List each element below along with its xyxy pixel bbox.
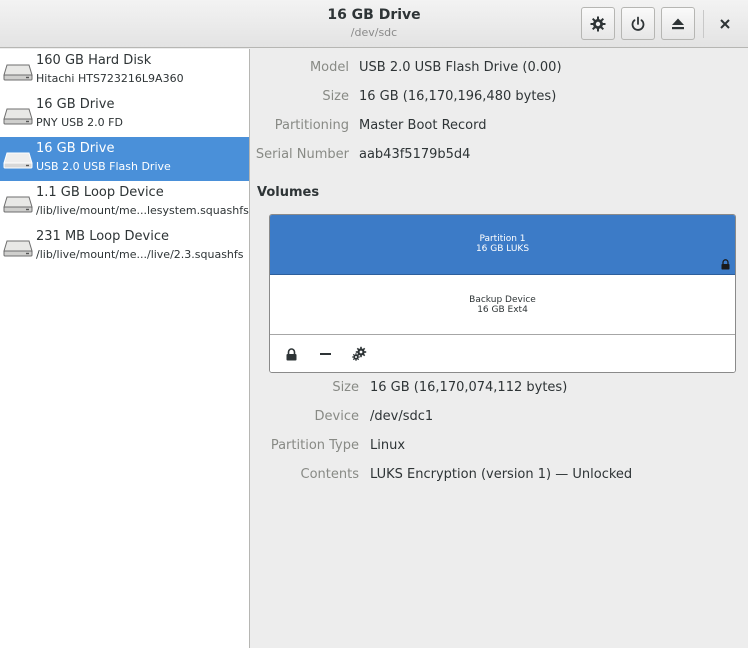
device-item-231mb-loop[interactable]: 231 MB Loop Device /lib/live/mount/me...… [0, 225, 249, 269]
partition-device-label: Device [314, 409, 359, 424]
device-description: Hitachi HTS723216L9A360 [36, 72, 184, 85]
device-list: 160 GB Hard Disk Hitachi HTS723216L9A360… [0, 49, 250, 648]
drive-icon [3, 196, 33, 213]
remove-button[interactable] [314, 344, 336, 364]
partition-type-row: Partition Type Linux [251, 436, 748, 456]
device-item-16gb-drive-pny[interactable]: 16 GB Drive PNY USB 2.0 FD [0, 93, 249, 137]
power-icon [631, 16, 645, 31]
partition-size-row: Size 16 GB (16,170,074,112 bytes) [251, 378, 748, 398]
partitioning-value: Master Boot Record [359, 118, 487, 133]
device-item-16gb-drive-usb[interactable]: 16 GB Drive USB 2.0 USB Flash Drive [0, 137, 249, 181]
partition-contents-row: Contents LUKS Encryption (version 1) — U… [251, 465, 748, 485]
gears-icon [352, 346, 367, 361]
model-value: USB 2.0 USB Flash Drive (0.00) [359, 60, 562, 75]
window-title: 16 GB Drive [327, 7, 421, 23]
close-button[interactable] [712, 10, 738, 38]
device-item-1.1gb-loop[interactable]: 1.1 GB Loop Device /lib/live/mount/me...… [0, 181, 249, 225]
partition-type-value: Linux [370, 438, 406, 453]
header-separator [703, 10, 704, 38]
size-value: 16 GB (16,170,196,480 bytes) [359, 89, 557, 104]
partition-device-row: Device /dev/sdc1 [251, 407, 748, 427]
inner-volume-subtitle: 16 GB Ext4 [477, 305, 528, 315]
device-name: 16 GB Drive [36, 141, 115, 156]
partition-device-value: /dev/sdc1 [370, 409, 434, 424]
drive-serial-row: Serial Number aab43f5179b5d4 [251, 145, 748, 165]
drive-icon [3, 152, 33, 169]
drive-details-pane: Model USB 2.0 USB Flash Drive (0.00) Siz… [251, 49, 748, 648]
window-subtitle: /dev/sdc [350, 26, 398, 39]
partition-type-label: Partition Type [270, 438, 359, 453]
volumes-heading: Volumes [257, 185, 320, 200]
gear-icon [590, 16, 606, 31]
inner-volume-title: Backup Device [469, 295, 536, 305]
minus-icon [319, 352, 331, 355]
device-name: 1.1 GB Loop Device [36, 185, 164, 200]
device-name: 160 GB Hard Disk [36, 53, 152, 68]
device-description: USB 2.0 USB Flash Drive [36, 160, 171, 173]
lock-icon [721, 259, 730, 270]
inner-volume-block[interactable]: Backup Device 16 GB Ext4 [270, 276, 735, 335]
device-description: /lib/live/mount/me...lesystem.squashfs [36, 204, 249, 217]
power-off-button[interactable] [621, 7, 655, 40]
drive-icon [3, 64, 33, 81]
device-description: /lib/live/mount/me.../live/2.3.squashfs [36, 248, 244, 261]
title-block: 16 GB Drive /dev/sdc [250, 6, 498, 41]
serial-label: Serial Number [255, 147, 349, 162]
partition-size-label: Size [332, 380, 359, 395]
partition-contents-value: LUKS Encryption (version 1) — Unlocked [370, 467, 633, 482]
partition-subtitle: 16 GB LUKS [475, 244, 530, 254]
partition-block[interactable]: Partition 1 16 GB LUKS [270, 215, 735, 275]
drive-settings-button[interactable] [581, 7, 615, 40]
serial-value: aab43f5179b5d4 [359, 147, 471, 162]
volume-map: Partition 1 16 GB LUKS Backup Device 16 … [269, 214, 736, 373]
partition-size-value: 16 GB (16,170,074,112 bytes) [370, 380, 568, 395]
eject-icon [672, 18, 684, 29]
drive-model-row: Model USB 2.0 USB Flash Drive (0.00) [251, 58, 748, 78]
model-label: Model [309, 60, 349, 75]
drive-partitioning-row: Partitioning Master Boot Record [251, 116, 748, 136]
drive-icon [3, 240, 33, 257]
size-label: Size [322, 89, 349, 104]
volume-toolbar [270, 336, 735, 372]
device-description: PNY USB 2.0 FD [36, 116, 123, 129]
eject-button[interactable] [661, 7, 695, 40]
device-name: 16 GB Drive [36, 97, 115, 112]
device-item-160gb-hard-disk[interactable]: 160 GB Hard Disk Hitachi HTS723216L9A360 [0, 49, 249, 93]
partition-title: Partition 1 [479, 234, 526, 244]
lock-button[interactable] [280, 344, 302, 364]
partitioning-label: Partitioning [274, 118, 349, 133]
header-bar: 16 GB Drive /dev/sdc [0, 0, 748, 48]
partition-options-button[interactable] [348, 344, 370, 364]
device-name: 231 MB Loop Device [36, 229, 169, 244]
drive-icon [3, 108, 33, 125]
lock-icon [286, 347, 296, 360]
close-icon [720, 19, 730, 29]
partition-contents-label: Contents [300, 467, 359, 482]
drive-size-row: Size 16 GB (16,170,196,480 bytes) [251, 87, 748, 107]
